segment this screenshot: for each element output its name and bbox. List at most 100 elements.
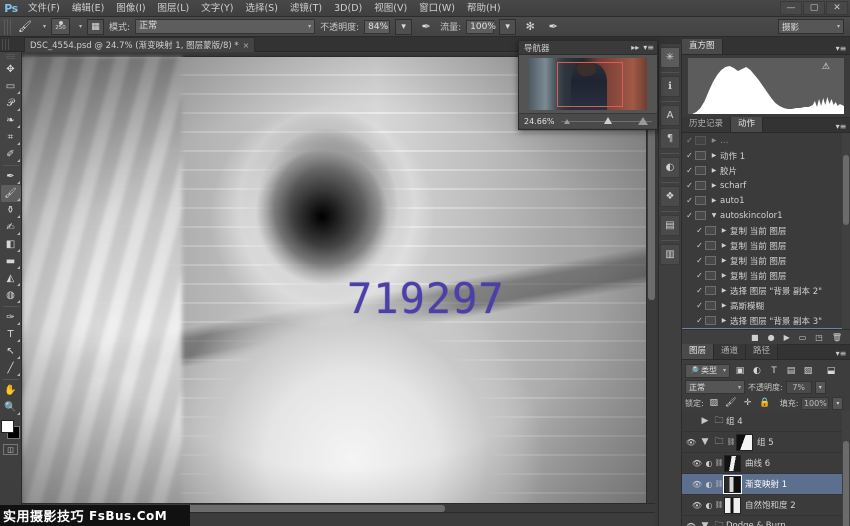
action-row[interactable]: ✓ ▶ 动作 1	[682, 148, 850, 163]
lock-position-icon[interactable]: ✛	[741, 396, 755, 410]
action-expand-icon[interactable]: ▶	[718, 287, 730, 294]
action-row[interactable]: ✓ ▶ 复制 当前 图层	[682, 238, 850, 253]
marquee-tool[interactable]: ▭	[1, 78, 21, 95]
flow-input[interactable]: 100%	[466, 20, 494, 34]
action-dialog-toggle-icon[interactable]	[695, 211, 706, 220]
action-toggle-icon[interactable]: ✓	[684, 196, 695, 205]
adjustment-layer-icon[interactable]: ◐	[704, 501, 714, 510]
layer-visibility-icon[interactable]: 👁	[690, 459, 704, 468]
quick-selection-tool[interactable]: ❧	[1, 112, 21, 129]
begin-recording-button[interactable]: ●	[768, 333, 775, 342]
layer-mask-thumbnail[interactable]	[724, 455, 741, 472]
filter-pixel-icon[interactable]: ▣	[733, 364, 747, 378]
tab-history[interactable]: 历史记录	[682, 117, 731, 132]
layers-panel-menu-icon[interactable]: ▾≡	[835, 348, 847, 358]
menu-edit[interactable]: 编辑(E)	[66, 0, 110, 17]
action-row[interactable]: ✓ ▶ scharf	[682, 178, 850, 193]
layer-group-expand-icon[interactable]: ▼	[698, 437, 712, 447]
play-selection-button[interactable]: ▶	[784, 333, 790, 342]
lock-all-icon[interactable]: 🔒	[758, 396, 772, 410]
menu-layer[interactable]: 图层(L)	[152, 0, 196, 17]
options-bar-grip[interactable]	[4, 19, 11, 35]
action-dialog-toggle-icon[interactable]	[695, 166, 706, 175]
filter-smart-object-icon[interactable]: ▨	[801, 364, 815, 378]
move-tool[interactable]: ✥	[1, 61, 21, 78]
tab-actions[interactable]: 动作	[731, 117, 763, 132]
layer-mask-link-icon[interactable]: ⛓	[714, 480, 724, 488]
close-button[interactable]: ✕	[826, 1, 848, 15]
layer-fill-input[interactable]: 100%	[801, 397, 829, 410]
action-expand-icon[interactable]: ▶	[708, 182, 720, 189]
navigator-zoom-out-icon[interactable]	[564, 119, 570, 124]
action-expand-icon[interactable]: ▶	[718, 257, 730, 264]
actions-scrollbar[interactable]	[842, 133, 850, 329]
navigator-slider-handle[interactable]	[604, 117, 612, 124]
action-expand-icon[interactable]: ▶	[708, 137, 720, 144]
layer-mask-link-icon[interactable]: ⛓	[714, 459, 724, 467]
action-expand-icon[interactable]: ▶	[708, 152, 720, 159]
actions-panel-menu-icon[interactable]: ▾≡	[835, 121, 847, 131]
layers-scroll-thumb[interactable]	[843, 441, 849, 526]
clone-stamp-tool[interactable]: ⚱	[1, 202, 21, 219]
navigator-view-rectangle[interactable]	[557, 62, 623, 107]
layer-opacity-input[interactable]: 7%	[786, 381, 812, 394]
navigator-zoom-slider[interactable]	[561, 117, 652, 126]
action-toggle-icon[interactable]: ✓	[684, 166, 695, 175]
lock-image-icon[interactable]: 🖌	[724, 396, 738, 410]
navigator-zoom-in-icon[interactable]	[638, 117, 648, 125]
action-toggle-icon[interactable]: ✓	[684, 211, 695, 220]
action-row[interactable]: ✓ ▶ 复制 当前 图层	[682, 253, 850, 268]
menu-filter[interactable]: 滤镜(T)	[284, 0, 328, 17]
lasso-tool[interactable]: 𝒫	[1, 95, 21, 112]
document-tab-close-icon[interactable]: ×	[243, 41, 250, 50]
action-row[interactable]: ✓ ▶ 高斯模糊	[682, 298, 850, 313]
actions-scroll-thumb[interactable]	[843, 155, 849, 225]
action-expand-icon[interactable]: ▶	[708, 197, 720, 204]
airbrush-toggle-icon[interactable]: ✻	[521, 19, 539, 35]
minimize-button[interactable]: —	[780, 1, 802, 15]
brush-tool-preview-icon[interactable]: 🖌	[16, 19, 34, 35]
layer-visibility-icon[interactable]: 👁	[690, 480, 704, 489]
action-dialog-toggle-icon[interactable]	[705, 286, 716, 295]
action-toggle-icon[interactable]: ✓	[684, 151, 695, 160]
layer-group-expand-icon[interactable]: ▶	[698, 416, 712, 426]
tab-histogram[interactable]: 直方图	[682, 39, 723, 54]
layer-mask-thumbnail[interactable]	[736, 434, 753, 451]
adjustments-dock-icon[interactable]: ◐	[660, 157, 680, 178]
actions-list[interactable]: ✓ ▶ … ✓ ▶ 动作 1 ✓ ▶ 胶片 ✓	[682, 133, 850, 329]
histogram-cache-warning-icon[interactable]: ⚠	[822, 62, 830, 72]
action-row-selected[interactable]: ✓ ▶ 应用图像	[682, 328, 850, 329]
action-expand-icon[interactable]: ▶	[718, 317, 730, 324]
properties-dock-icon[interactable]: ▤	[660, 215, 680, 236]
workspace-select[interactable]: 摄影 ▾	[778, 19, 844, 34]
adjustment-layer-icon[interactable]: ◐	[704, 480, 714, 489]
action-row[interactable]: ✓ ▶ 胶片	[682, 163, 850, 178]
layer-visibility-icon[interactable]: 👁	[684, 522, 698, 526]
action-toggle-icon[interactable]: ✓	[694, 301, 705, 310]
menu-window[interactable]: 窗口(W)	[413, 0, 461, 17]
new-action-button[interactable]: ◳	[815, 333, 823, 342]
action-expand-icon[interactable]: ▶	[718, 227, 730, 234]
tools-panel-grip[interactable]	[6, 54, 15, 59]
action-expand-icon[interactable]: ▶	[718, 302, 730, 309]
action-dialog-toggle-icon[interactable]	[705, 256, 716, 265]
action-toggle-icon[interactable]: ✓	[694, 226, 705, 235]
stop-playing-button[interactable]: ■	[751, 333, 759, 342]
character-dock-icon[interactable]: A	[660, 105, 680, 126]
history-brush-tool[interactable]: ✍	[1, 219, 21, 236]
tablet-pressure-icon[interactable]: ✒	[544, 19, 562, 35]
action-toggle-icon[interactable]: ✓	[694, 316, 705, 325]
blur-tool[interactable]: ◭	[1, 270, 21, 287]
brush-presets-dock-icon[interactable]: ▥	[660, 244, 680, 265]
tab-paths[interactable]: 路径	[746, 344, 778, 359]
brush-preset-chevron-icon[interactable]: ▾	[43, 23, 46, 30]
action-row[interactable]: ✓ ▶ 选择 图层 "背景 副本 2"	[682, 283, 850, 298]
tab-strip-grip[interactable]	[2, 39, 9, 50]
styles-dock-icon[interactable]: ❖	[660, 186, 680, 207]
filter-shape-icon[interactable]: ▤	[784, 364, 798, 378]
document-tab[interactable]: DSC_4554.psd @ 24.7% (渐变映射 1, 图层蒙版/8) * …	[24, 37, 255, 52]
action-expand-icon[interactable]: ▶	[708, 167, 720, 174]
action-toggle-icon[interactable]: ✓	[694, 256, 705, 265]
menu-file[interactable]: 文件(F)	[22, 0, 66, 17]
new-set-button[interactable]: ▭	[799, 333, 807, 342]
